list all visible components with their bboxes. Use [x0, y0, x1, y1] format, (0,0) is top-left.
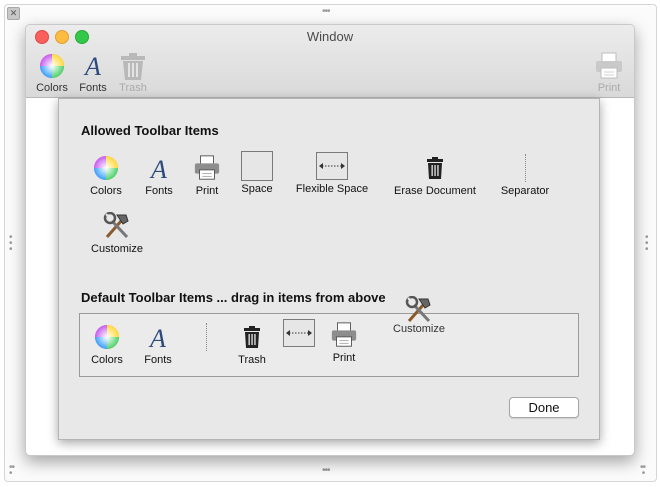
allowed-items-title: Allowed Toolbar Items	[81, 123, 219, 138]
tools-icon	[387, 295, 451, 325]
separator-icon	[497, 153, 553, 183]
svg-text:A: A	[149, 155, 167, 182]
trash-icon	[232, 322, 272, 352]
allowed-item-colors[interactable]: Colors	[85, 153, 127, 197]
flexible-space-icon	[291, 151, 373, 181]
resize-handle-bottom[interactable]: •••	[322, 466, 330, 476]
allowed-item-label: Separator	[500, 185, 550, 197]
default-item-separator[interactable]	[196, 322, 216, 352]
default-item-fonts[interactable]: A Fonts	[138, 322, 178, 366]
printer-icon	[584, 51, 634, 81]
allowed-item-label: Erase Document	[394, 185, 476, 197]
font-icon: A	[138, 322, 178, 352]
flexible-space-icon	[282, 318, 316, 348]
toolbar-trash-label: Trash	[119, 82, 147, 94]
allowed-item-flexible-space[interactable]: Flexible Space	[291, 151, 373, 195]
allowed-item-label: Colors	[90, 185, 122, 197]
trash-icon	[108, 51, 158, 81]
allowed-item-label: Print	[195, 185, 219, 197]
dragging-item-customize[interactable]: Customize	[387, 295, 451, 335]
allowed-item-customize[interactable]: Customize	[85, 211, 149, 255]
allowed-item-label: Flexible Space	[295, 183, 369, 195]
default-item-label: Fonts	[144, 354, 172, 366]
default-item-print[interactable]: Print	[324, 320, 364, 364]
default-item-label: Print	[332, 352, 356, 364]
default-item-trash[interactable]: Trash	[232, 322, 272, 366]
allowed-item-fonts[interactable]: A Fonts	[139, 153, 179, 197]
trash-icon	[389, 153, 481, 183]
allowed-item-label: Fonts	[145, 185, 173, 197]
close-icon[interactable]: ✕	[7, 7, 20, 20]
allowed-item-label: Customize	[91, 243, 143, 255]
resize-handle-left[interactable]: • • •	[9, 233, 13, 255]
window-title: Window	[306, 29, 354, 44]
customize-toolbar-sheet: Allowed Toolbar Items Colors A Fonts Pri…	[58, 98, 600, 440]
default-item-label: Trash	[238, 354, 266, 366]
allowed-item-erase-document[interactable]: Erase Document	[389, 153, 481, 197]
default-item-flexible-space[interactable]	[282, 318, 316, 348]
window-toolbar: Window Colors A Fonts Trash Print	[26, 25, 634, 98]
toolbar-trash-button[interactable]: Trash	[108, 51, 158, 94]
toolbar-print-label: Print	[597, 82, 621, 94]
allowed-item-print[interactable]: Print	[187, 153, 227, 197]
allowed-item-separator[interactable]: Separator	[497, 153, 553, 197]
svg-text:A: A	[83, 52, 101, 80]
default-item-label: Colors	[91, 354, 123, 366]
color-wheel-icon	[86, 322, 128, 352]
default-toolbar-well[interactable]: Colors A Fonts Trash Print	[79, 313, 579, 377]
printer-icon	[187, 153, 227, 183]
allowed-item-label: Space	[241, 183, 273, 195]
toolbar-print-button[interactable]: Print	[584, 51, 634, 94]
svg-text:A: A	[148, 324, 166, 351]
tools-icon	[85, 211, 149, 241]
resize-corner-bottom-right[interactable]: •• •	[640, 463, 648, 479]
resize-handle-right[interactable]: • • •	[645, 233, 649, 255]
separator-icon	[196, 322, 216, 352]
done-button[interactable]: Done	[509, 397, 579, 418]
space-icon	[237, 151, 277, 181]
resize-handle-top[interactable]: •••	[322, 7, 330, 17]
default-item-colors[interactable]: Colors	[86, 322, 128, 366]
dragging-item-label: Customize	[393, 323, 445, 335]
color-wheel-icon	[85, 153, 127, 183]
allowed-item-space[interactable]: Space	[237, 151, 277, 195]
resize-corner-bottom-left[interactable]: •• •	[9, 463, 17, 479]
font-icon: A	[139, 153, 179, 183]
printer-icon	[324, 320, 364, 350]
default-items-title: Default Toolbar Items ... drag in items …	[81, 290, 386, 305]
